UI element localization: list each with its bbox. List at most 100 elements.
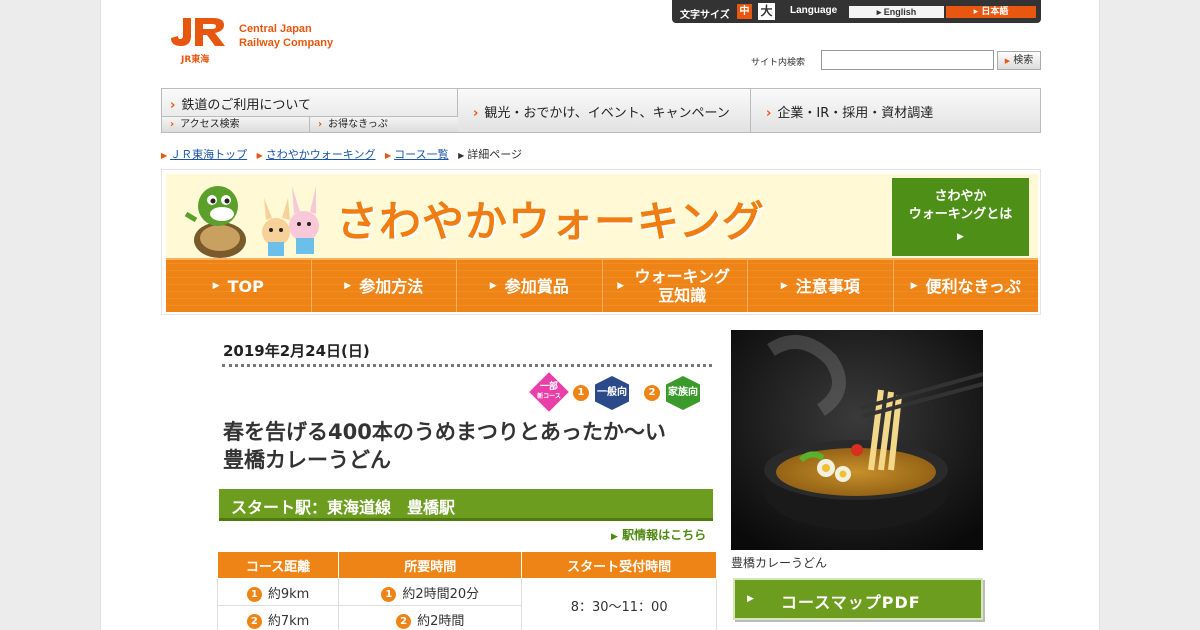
course-number-icon: 1 xyxy=(246,586,262,602)
language-english-link[interactable]: ▸ English xyxy=(849,6,944,18)
duration-cell: 2 約2時間 xyxy=(338,605,523,630)
walking-nav-how-to-join-label: 参加方法 xyxy=(359,276,424,296)
header-distance: コース距離 xyxy=(216,551,340,579)
language-japanese-link[interactable]: ▸ 日本語 xyxy=(946,6,1036,18)
triangle-right-icon: ▶ xyxy=(910,280,918,291)
course-number-icon: 1 xyxy=(381,586,397,602)
banner-title: さわやかウォーキング xyxy=(336,197,765,246)
walking-nav-top-label: TOP xyxy=(227,276,264,296)
general-course-badge: 一般向 xyxy=(595,376,629,410)
triangle-right-icon: ▶ xyxy=(161,151,168,160)
walking-nav: ▶ TOP ▶ 参加方法 ▶ 参加賞品 ▶ ウォーキング豆知識 ▶ 注意事項 ▶ 便利なきっ… xyxy=(166,258,1038,312)
nav-sightseeing[interactable]: › 観光・おでかけ、イベント、キャンペーン xyxy=(459,89,751,132)
dotted-divider xyxy=(222,364,712,367)
about-walking-line2: ウォーキングとは xyxy=(908,207,1013,222)
page: JR東海 Central Japan Railway Company 文字サイズ… xyxy=(100,0,1100,630)
course-map-pdf-button[interactable]: ▶ コースマップPDF xyxy=(733,578,983,620)
about-walking-line1: さわやか xyxy=(934,189,987,204)
breadcrumb-walking-link[interactable]: さわやかウォーキング xyxy=(266,148,376,161)
nav-corporate-label: 企業・IR・採用・資材調達 xyxy=(777,106,934,121)
course-date: 2019年2月24日(日) xyxy=(223,342,370,360)
course-info-table: コース距離 所要時間 スタート受付時間 1 約9km 1 約2時間20分 8：30～… xyxy=(216,551,717,630)
distance-cell: 2 約7km xyxy=(216,605,340,630)
logo-sub-text: JR東海 xyxy=(181,55,210,65)
course-badges: 一部 新コース 1 一般向 2 家族向 xyxy=(529,372,703,412)
duration-value: 約2時間 xyxy=(417,613,465,629)
course-number-icon: 2 xyxy=(246,613,262,629)
about-walking-button[interactable]: さわやか ウォーキングとは ▶ xyxy=(892,178,1029,256)
mascot-characters-icon xyxy=(184,186,319,258)
station-info-label: 駅情報はこちら xyxy=(622,528,707,542)
walking-nav-notes[interactable]: ▶ 注意事項 xyxy=(748,260,894,312)
course-map-pdf-label: コースマップPDF xyxy=(781,593,921,612)
chevron-right-icon: › xyxy=(473,106,479,121)
start-station-bar: スタート駅：東海道線 豊橋駅 xyxy=(219,489,713,521)
breadcrumb: ▶ ＪＲ東海トップ ▶ さわやかウォーキング ▶ コース一覧 ▶ 詳細ページ xyxy=(161,146,522,162)
site-search-input[interactable] xyxy=(821,50,994,70)
nav-deal-tickets[interactable]: › お得なきっぷ xyxy=(310,116,458,132)
chevron-right-icon: › xyxy=(766,106,772,121)
table-row: 1 約9km 1 約2時間20分 8：30～11：00 xyxy=(216,578,717,630)
nav-corporate[interactable]: › 企業・IR・採用・資材調達 xyxy=(752,89,1042,132)
chevron-right-icon: › xyxy=(170,119,175,130)
walking-nav-how-to-join[interactable]: ▶ 参加方法 xyxy=(311,260,457,312)
nav-sightseeing-label: 観光・おでかけ、イベント、キャンペーン xyxy=(484,106,730,121)
course-number-2-badge: 2 xyxy=(644,385,660,401)
walking-nav-tickets[interactable]: ▶ 便利なきっぷ xyxy=(893,260,1038,312)
jr-logo-mark-icon xyxy=(171,18,225,46)
walking-nav-prizes-label: 参加賞品 xyxy=(504,276,569,296)
course-title-line2: 豊橋カレーうどん xyxy=(223,448,391,472)
triangle-right-icon: ▶ xyxy=(256,151,263,160)
duration-cell: 1 約2時間20分 xyxy=(338,578,523,606)
main-nav: › 鉄道のご利用について › アクセス検索 › お得なきっぷ › 観光・おでかけ、イベン… xyxy=(161,88,1041,133)
chevron-right-icon: › xyxy=(318,119,323,130)
chevron-right-icon: › xyxy=(170,98,176,113)
triangle-right-icon: ▶ xyxy=(617,280,625,291)
triangle-right-icon: ▶ xyxy=(212,280,220,291)
language-japanese-label: 日本語 xyxy=(981,7,1009,17)
triangle-right-icon: ▶ xyxy=(384,151,392,160)
triangle-right-icon: ▶ xyxy=(611,532,618,542)
font-size-large-button[interactable]: 大 xyxy=(758,3,775,20)
nav-deal-tickets-label: お得なきっぷ xyxy=(328,119,388,130)
reception-cell: 8：30～11：00 xyxy=(521,578,717,630)
search-button[interactable]: ▶ 検索 xyxy=(997,51,1041,70)
walking-nav-tips[interactable]: ▶ ウォーキング豆知識 xyxy=(602,260,748,312)
search-button-label: 検索 xyxy=(1013,55,1034,66)
walking-nav-top[interactable]: ▶ TOP xyxy=(166,260,312,312)
table-header-row: コース距離 所要時間 スタート受付時間 xyxy=(216,551,717,579)
course-number-1-badge: 1 xyxy=(573,385,589,401)
family-course-badge: 家族向 xyxy=(666,376,700,410)
jr-central-logo[interactable]: JR東海 Central Japan Railway Company xyxy=(167,16,367,66)
walking-nav-notes-label: 注意事項 xyxy=(795,276,860,296)
nav-rail-group: › 鉄道のご利用について › アクセス検索 › お得なきっぷ xyxy=(162,89,458,132)
walking-nav-prizes[interactable]: ▶ 参加賞品 xyxy=(457,260,603,312)
triangle-right-icon: ▶ xyxy=(1004,57,1011,65)
header-reception: スタート受付時間 xyxy=(521,551,717,579)
station-info-link[interactable]: ▶ 駅情報はこちら xyxy=(611,526,706,543)
walking-banner: さわやかウォーキング さわやか ウォーキングとは ▶ ▶ TOP ▶ 参加方法 ▶ 参… xyxy=(161,169,1041,315)
nav-access-search-label: アクセス検索 xyxy=(180,119,240,130)
company-name-line2: Railway Company xyxy=(239,37,334,49)
distance-cell: 1 約9km xyxy=(216,578,340,606)
curry-udon-photo xyxy=(731,330,983,550)
nav-rail-use[interactable]: › 鉄道のご利用について xyxy=(162,89,458,116)
triangle-right-icon: ▶ xyxy=(957,232,964,242)
walking-nav-tips-label: ウォーキング豆知識 xyxy=(634,267,730,305)
course-title-line1: 春を告げる400本のうめまつりとあったか～い xyxy=(223,420,666,444)
nav-rail-use-label: 鉄道のご利用について xyxy=(181,98,311,113)
company-name-line1: Central Japan xyxy=(239,23,312,35)
font-size-medium-button[interactable]: 中 xyxy=(737,4,752,19)
header-duration: 所要時間 xyxy=(338,551,523,579)
nav-access-search[interactable]: › アクセス検索 xyxy=(162,116,310,132)
walking-nav-tickets-label: 便利なきっぷ xyxy=(925,276,1021,296)
breadcrumb-top-link[interactable]: ＪＲ東海トップ xyxy=(170,148,247,161)
photo-caption: 豊橋カレーうどん xyxy=(731,556,828,570)
partial-new-course-badge: 一部 新コース xyxy=(533,382,565,402)
triangle-right-icon: ▶ xyxy=(780,280,788,291)
breadcrumb-course-list-link[interactable]: コース一覧 xyxy=(394,148,448,161)
partial-new-course-line2: 新コース xyxy=(537,393,561,400)
duration-value: 約2時間20分 xyxy=(402,586,480,602)
language-label: Language xyxy=(790,5,838,16)
language-english-label: English xyxy=(883,7,917,17)
